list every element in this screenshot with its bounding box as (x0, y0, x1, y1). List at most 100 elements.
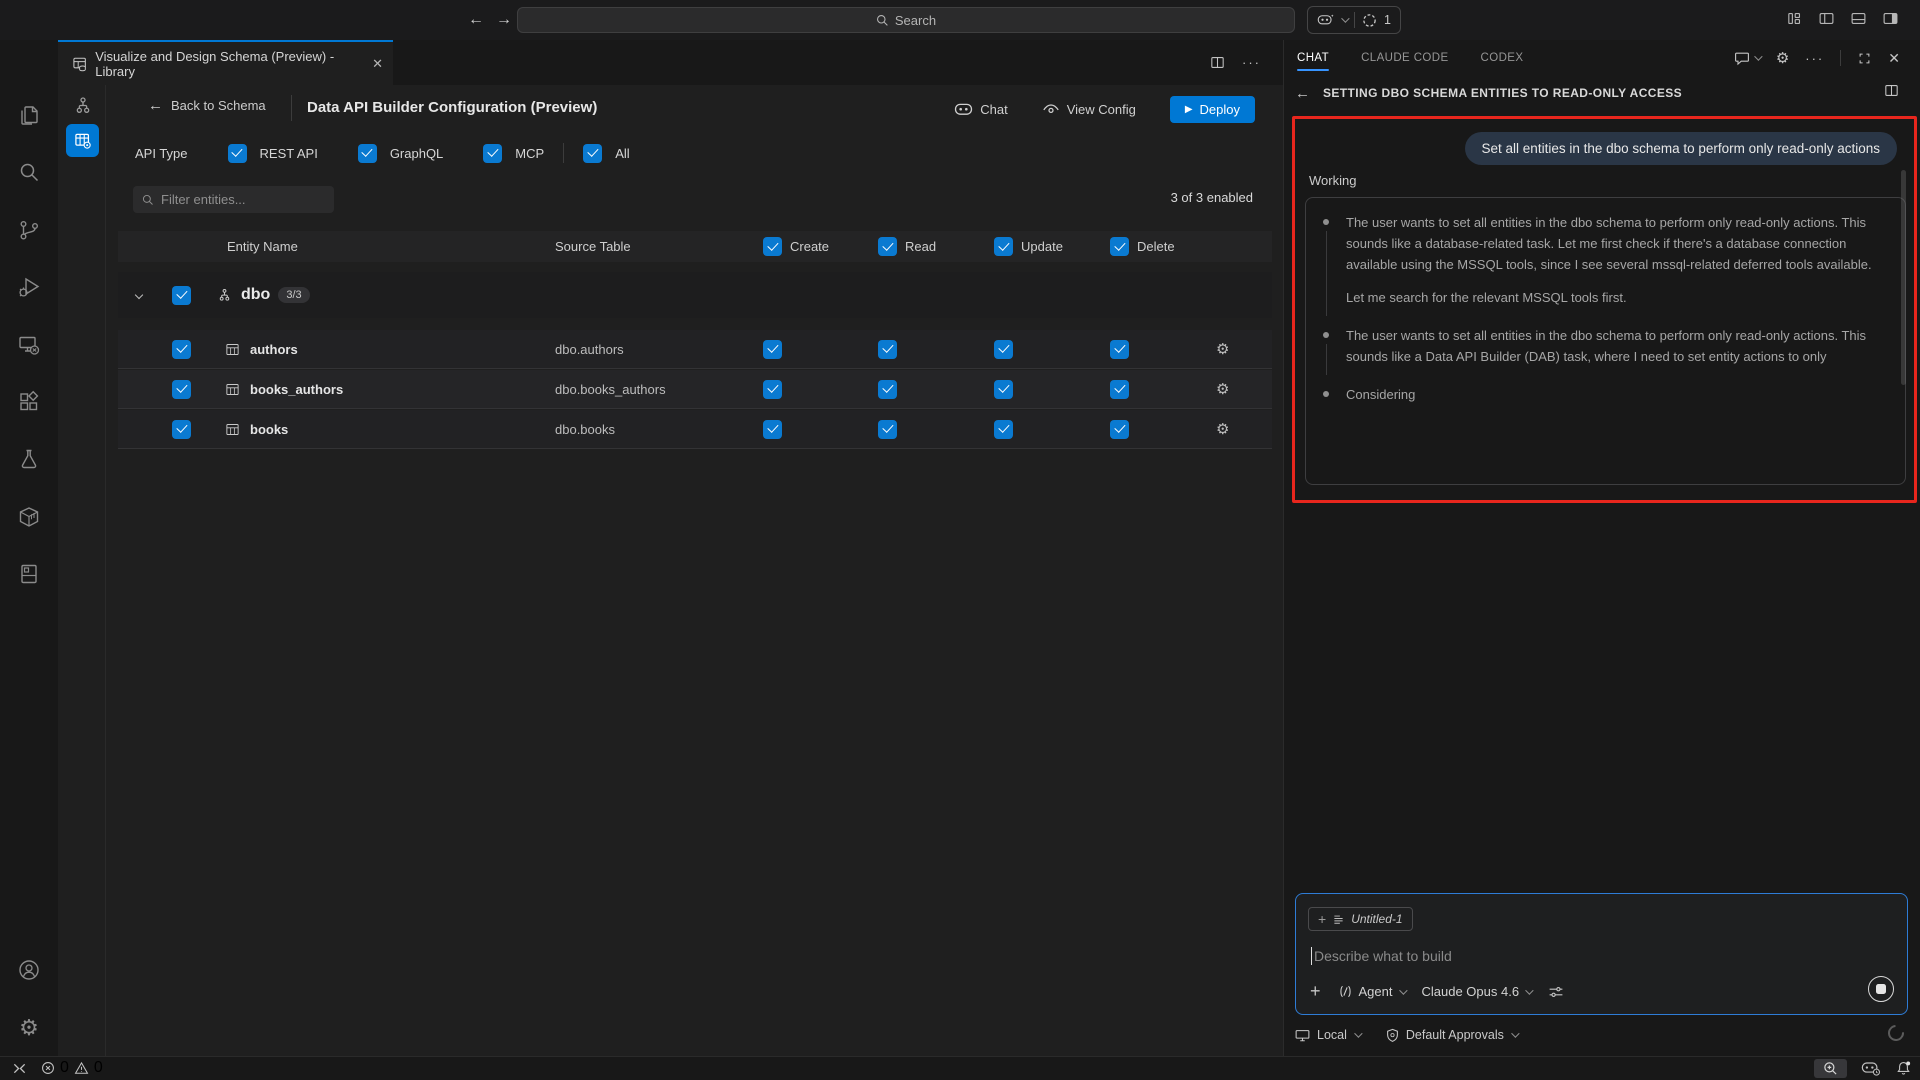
chat-button[interactable]: Chat (954, 102, 1007, 117)
update-checkbox[interactable] (994, 340, 1013, 359)
extensions-icon[interactable] (0, 382, 58, 422)
bullet-dot (1323, 391, 1329, 397)
environment-picker[interactable]: Local (1295, 1028, 1360, 1042)
read-checkbox[interactable] (878, 380, 897, 399)
model-picker[interactable]: Claude Opus 4.6 (1422, 984, 1532, 999)
row-checkbox[interactable] (172, 420, 191, 439)
row-settings-gear-icon[interactable]: ⚙ (1216, 342, 1229, 357)
attach-plus-icon[interactable]: + (1310, 981, 1321, 1002)
error-icon (41, 1061, 55, 1075)
chat-scrollbar[interactable] (1901, 170, 1906, 385)
add-context-icon[interactable]: + (1318, 911, 1326, 927)
container-box-icon[interactable] (0, 497, 58, 537)
filter-entities-input[interactable]: Filter entities... (133, 186, 334, 213)
customize-layout-icon[interactable] (1786, 10, 1803, 27)
maximize-panel-icon[interactable] (1857, 51, 1872, 66)
table-row[interactable]: books_authors dbo.books_authors ⚙ (118, 370, 1272, 409)
test-beaker-icon[interactable] (0, 439, 58, 479)
search-placeholder: Search (895, 13, 936, 28)
read-checkbox[interactable] (878, 420, 897, 439)
schema-group-row[interactable]: dbo 3/3 (118, 272, 1272, 318)
source-control-icon[interactable] (0, 210, 58, 250)
tab-codex[interactable]: CODEX (1481, 40, 1524, 76)
history-back-button[interactable]: ← (468, 11, 484, 29)
delete-checkbox[interactable] (1110, 380, 1129, 399)
chat-label: Chat (980, 102, 1007, 117)
delete-checkbox[interactable] (1110, 340, 1129, 359)
mode-picker[interactable]: Agent (1338, 984, 1405, 999)
tab-claude-code[interactable]: CLAUDE CODE (1361, 40, 1448, 76)
all-checkbox[interactable] (583, 144, 602, 163)
explorer-icon[interactable] (0, 95, 58, 135)
row-checkbox[interactable] (172, 340, 191, 359)
editor-tab[interactable]: Visualize and Design Schema (Preview) - … (58, 40, 393, 85)
row-checkbox[interactable] (172, 380, 191, 399)
read-column-checkbox[interactable] (878, 237, 897, 256)
bullet-dot (1323, 332, 1329, 338)
problems-status[interactable]: 0 0 (41, 1059, 103, 1077)
remote-indicator-icon[interactable] (12, 1061, 27, 1076)
back-to-schema-button[interactable]: ← Back to Schema (148, 97, 266, 114)
command-center-search[interactable]: Search (517, 7, 1295, 33)
tab-close-icon[interactable]: ✕ (372, 56, 383, 72)
delete-column-checkbox[interactable] (1110, 237, 1129, 256)
open-session-editor-icon[interactable] (1883, 82, 1900, 99)
more-actions-icon[interactable]: ··· (1242, 55, 1261, 70)
view-config-button[interactable]: View Config (1042, 102, 1136, 117)
settings-gear-icon[interactable]: ⚙ (0, 1008, 58, 1048)
context-chip[interactable]: + Untitled-1 (1308, 907, 1413, 931)
toggle-panel-icon[interactable] (1850, 10, 1867, 27)
play-icon: ▶ (1185, 104, 1193, 115)
col-update: Update (1021, 239, 1063, 254)
thinking-box[interactable]: The user wants to set all entities in th… (1305, 197, 1906, 485)
row-settings-gear-icon[interactable]: ⚙ (1216, 422, 1229, 437)
session-back-icon[interactable]: ← (1295, 85, 1310, 102)
tab-chat[interactable]: CHAT (1297, 40, 1329, 76)
graphql-checkbox[interactable] (358, 144, 377, 163)
remote-explorer-icon[interactable] (0, 325, 58, 365)
update-checkbox[interactable] (994, 380, 1013, 399)
split-editor-icon[interactable] (1209, 54, 1226, 71)
update-column-checkbox[interactable] (994, 237, 1013, 256)
database-project-icon[interactable] (0, 554, 58, 594)
dab-config-view-button[interactable] (66, 124, 99, 157)
activity-bar (0, 40, 58, 1056)
toggle-sidebar-icon[interactable] (1818, 10, 1835, 27)
history-forward-button[interactable]: → (496, 11, 512, 29)
chat-settings-gear-icon[interactable]: ⚙ (1776, 51, 1789, 66)
new-chat-button[interactable] (1734, 50, 1760, 66)
create-checkbox[interactable] (763, 340, 782, 359)
row-settings-gear-icon[interactable]: ⚙ (1216, 382, 1229, 397)
close-panel-icon[interactable]: ✕ (1888, 50, 1900, 67)
chat-input-box[interactable]: + Untitled-1 Describe what to build + Ag… (1295, 893, 1908, 1015)
table-row[interactable]: books dbo.books ⚙ (118, 410, 1272, 449)
create-checkbox[interactable] (763, 420, 782, 439)
notifications-bell-icon[interactable] (1895, 1060, 1912, 1077)
rest-api-checkbox[interactable] (228, 144, 247, 163)
zoom-status-button[interactable] (1814, 1059, 1847, 1078)
stop-button[interactable] (1868, 976, 1894, 1002)
delete-checkbox[interactable] (1110, 420, 1129, 439)
divider (1840, 50, 1841, 66)
schema-view-icon[interactable] (66, 94, 99, 118)
expand-chevron-icon[interactable] (135, 291, 143, 299)
tools-sliders-icon[interactable] (1548, 984, 1564, 1000)
read-checkbox[interactable] (878, 340, 897, 359)
update-checkbox[interactable] (994, 420, 1013, 439)
create-column-checkbox[interactable] (763, 237, 782, 256)
dbo-checkbox[interactable] (172, 286, 191, 305)
deploy-button[interactable]: ▶ Deploy (1170, 96, 1255, 123)
copilot-status-icon[interactable] (1861, 1060, 1881, 1076)
chat-more-icon[interactable]: ··· (1805, 51, 1824, 66)
mcp-checkbox[interactable] (483, 144, 502, 163)
table-row[interactable]: authors dbo.authors ⚙ (118, 330, 1272, 369)
accounts-icon[interactable] (0, 950, 58, 990)
run-debug-icon[interactable] (0, 267, 58, 307)
entity-name: books_authors (250, 370, 343, 408)
working-status: Working (1309, 173, 1356, 188)
toggle-secondary-sidebar-icon[interactable] (1882, 10, 1899, 27)
copilot-badge[interactable]: 1 (1307, 6, 1401, 34)
search-view-icon[interactable] (0, 152, 58, 192)
approvals-picker[interactable]: Default Approvals (1386, 1028, 1517, 1043)
create-checkbox[interactable] (763, 380, 782, 399)
